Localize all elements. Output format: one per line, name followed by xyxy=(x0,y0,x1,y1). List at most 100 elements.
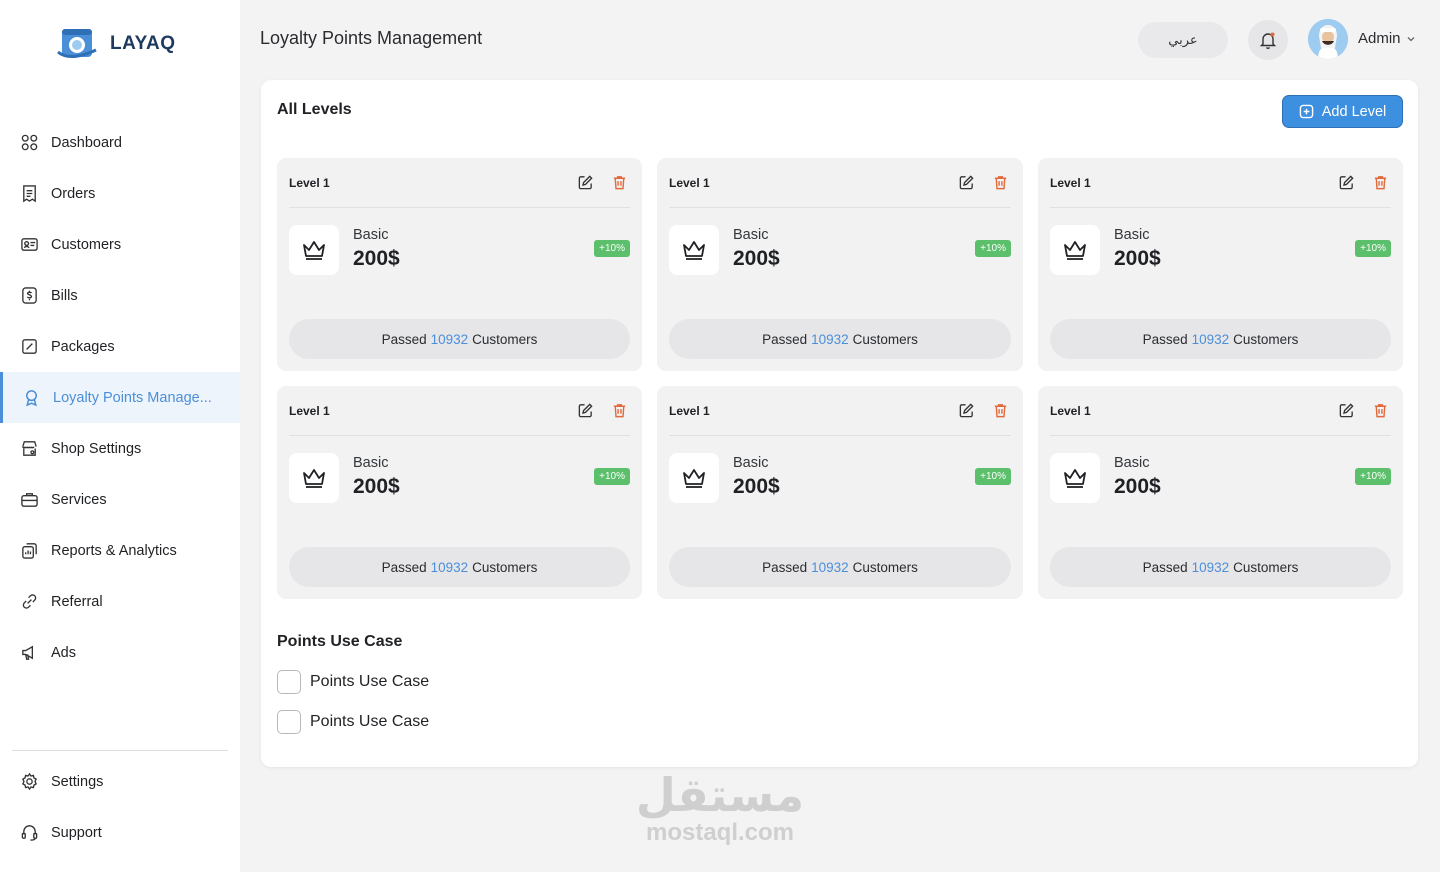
edit-level-button[interactable] xyxy=(955,400,977,422)
watermark: مستقل mostaql.com xyxy=(632,770,808,856)
sidebar-item-loyalty-points[interactable]: Loyalty Points Manage... xyxy=(0,372,240,423)
level-price: 200$ xyxy=(353,475,400,498)
passed-count: 10932 xyxy=(430,331,469,347)
user-menu[interactable]: Admin xyxy=(1358,30,1416,47)
sidebar-item-settings[interactable]: Settings xyxy=(0,756,240,807)
use-case-label: Points Use Case xyxy=(310,673,430,690)
level-card: Level 1 Basic 200$ +10% Passed 10932 Cus… xyxy=(1038,386,1403,599)
trash-icon xyxy=(613,176,625,190)
level-name: Basic xyxy=(733,455,769,471)
headset-icon xyxy=(21,825,38,841)
sidebar-item-label: Reports & Analytics xyxy=(51,542,177,559)
level-card: Level 1 Basic 200$ +10% Passed 10932 Cus… xyxy=(657,158,1023,371)
edit-level-button[interactable] xyxy=(1335,172,1357,194)
passed-suffix: Customers xyxy=(852,331,918,347)
passed-suffix: Customers xyxy=(1233,331,1299,347)
delete-level-button[interactable] xyxy=(1369,400,1391,422)
sidebar-item-label: Orders xyxy=(51,185,96,202)
level-card: Level 1 Basic 200$ +10% Passed 10932 Cus… xyxy=(277,158,642,371)
level-card: Level 1 Basic 200$ +10% Passed 10932 Cus… xyxy=(1038,158,1403,371)
brand[interactable]: LAYAQ xyxy=(56,26,176,62)
sidebar-item-referral[interactable]: Referral xyxy=(0,576,240,627)
level-title: Level 1 xyxy=(669,175,710,190)
crown-icon xyxy=(683,241,705,260)
edit-level-button[interactable] xyxy=(574,400,596,422)
receipt-icon xyxy=(23,185,36,203)
delete-level-button[interactable] xyxy=(989,400,1011,422)
levels-grid: Level 1 Basic 200$ +10% Passed 10932 Cus… xyxy=(277,158,1403,599)
sidebar-item-label: Shop Settings xyxy=(51,440,142,457)
passed-prefix: Passed xyxy=(762,559,808,575)
watermark-arabic: مستقل xyxy=(635,769,805,821)
avatar[interactable] xyxy=(1308,19,1348,59)
passed-suffix: Customers xyxy=(852,559,918,575)
add-level-button[interactable]: Add Level xyxy=(1282,95,1403,128)
notifications-button[interactable] xyxy=(1248,20,1288,60)
sidebar-item-customers[interactable]: Customers xyxy=(0,219,240,270)
chevron-down-icon xyxy=(1407,36,1414,41)
passed-count: 10932 xyxy=(430,559,469,575)
level-bonus-badge: +10% xyxy=(975,240,1011,257)
sidebar-item-services[interactable]: Services xyxy=(0,474,240,525)
use-case-option[interactable]: Points Use Case xyxy=(277,710,429,734)
level-name: Basic xyxy=(353,455,389,471)
level-name: Basic xyxy=(1114,455,1150,471)
level-price: 200$ xyxy=(733,475,780,498)
delete-level-button[interactable] xyxy=(608,172,630,194)
use-case-checkbox[interactable] xyxy=(277,670,301,694)
delete-level-button[interactable] xyxy=(608,400,630,422)
sidebar-item-support[interactable]: Support xyxy=(0,807,240,858)
sidebar-item-label: Customers xyxy=(51,236,122,253)
edit-level-button[interactable] xyxy=(574,172,596,194)
level-title: Level 1 xyxy=(289,175,330,190)
sidebar-item-packages[interactable]: Packages xyxy=(0,321,240,372)
level-icon-box xyxy=(669,225,719,275)
passed-prefix: Passed xyxy=(1142,559,1188,575)
sidebar-divider xyxy=(12,750,228,751)
use-case-option[interactable]: Points Use Case xyxy=(277,670,429,694)
level-price: 200$ xyxy=(353,247,400,270)
level-price: 200$ xyxy=(733,247,780,270)
edit-icon xyxy=(578,403,593,418)
sidebar-item-orders[interactable]: Orders xyxy=(0,168,240,219)
crown-icon xyxy=(683,469,705,488)
award-icon xyxy=(25,390,38,407)
sidebar-item-label: Dashboard xyxy=(51,134,122,151)
edit-level-button[interactable] xyxy=(955,172,977,194)
language-button[interactable]: عربي xyxy=(1138,22,1228,58)
edit-level-button[interactable] xyxy=(1335,400,1357,422)
levels-panel: All Levels Add Level Level 1 Basic 200$ … xyxy=(261,80,1418,767)
level-bonus-badge: +10% xyxy=(594,468,630,485)
level-name: Basic xyxy=(733,227,769,243)
sidebar-item-label: Packages xyxy=(51,338,115,355)
brand-name: LAYAQ xyxy=(110,33,176,54)
link-icon xyxy=(22,594,37,609)
level-name: Basic xyxy=(1114,227,1150,243)
briefcase-icon xyxy=(21,493,38,507)
passed-customers-pill: Passed 10932 Customers xyxy=(289,547,630,587)
passed-count: 10932 xyxy=(1191,331,1230,347)
crown-icon xyxy=(1064,469,1086,488)
passed-suffix: Customers xyxy=(472,331,538,347)
sidebar-bottom-nav: Settings Support xyxy=(0,756,240,858)
sidebar-item-bills[interactable]: Bills xyxy=(0,270,240,321)
sidebar-item-ads[interactable]: Ads xyxy=(0,627,240,678)
user-avatar-icon xyxy=(1308,19,1348,59)
sidebar-item-dashboard[interactable]: Dashboard xyxy=(0,117,240,168)
sidebar-item-shop-settings[interactable]: Shop Settings xyxy=(0,423,240,474)
passed-suffix: Customers xyxy=(472,559,538,575)
sidebar-item-label: Support xyxy=(51,824,102,841)
use-case-checkbox[interactable] xyxy=(277,710,301,734)
delete-level-button[interactable] xyxy=(989,172,1011,194)
passed-count: 10932 xyxy=(811,559,849,575)
passed-customers-pill: Passed 10932 Customers xyxy=(669,319,1011,359)
id-card-icon xyxy=(21,238,38,251)
sidebar-item-reports[interactable]: Reports & Analytics xyxy=(0,525,240,576)
passed-customers-pill: Passed 10932 Customers xyxy=(1050,319,1391,359)
sidebar-nav: Dashboard Orders Customers Bills Package… xyxy=(0,117,240,678)
level-title: Level 1 xyxy=(1050,403,1091,418)
delete-level-button[interactable] xyxy=(1369,172,1391,194)
passed-customers-pill: Passed 10932 Customers xyxy=(669,547,1011,587)
level-price: 200$ xyxy=(1114,247,1161,270)
passed-prefix: Passed xyxy=(381,559,427,575)
